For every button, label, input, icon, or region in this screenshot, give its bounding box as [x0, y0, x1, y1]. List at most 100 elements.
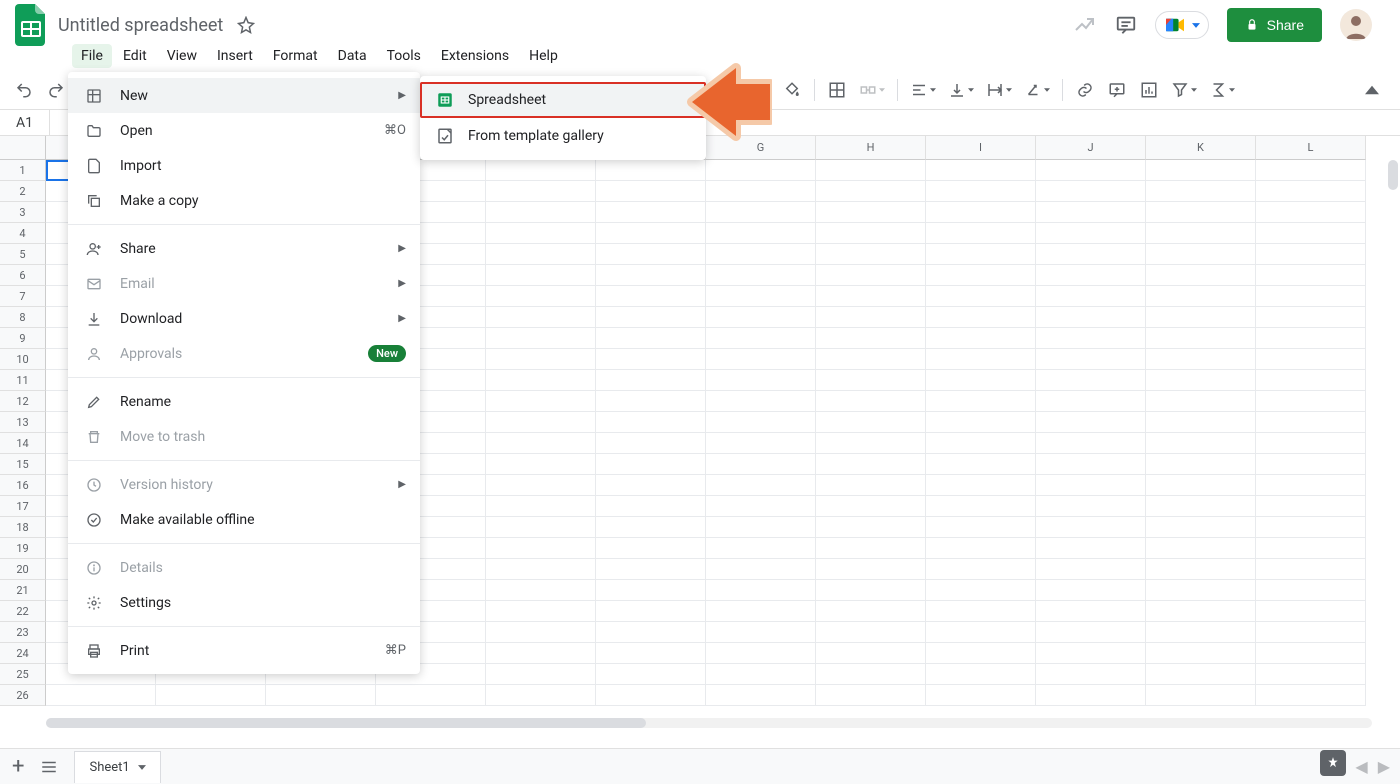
cell[interactable] [1036, 454, 1146, 475]
cell[interactable] [1146, 202, 1256, 223]
select-all-corner[interactable] [0, 136, 46, 160]
cell[interactable] [486, 391, 596, 412]
cell[interactable] [926, 475, 1036, 496]
row-header-5[interactable]: 5 [0, 244, 46, 265]
cell[interactable] [1146, 286, 1256, 307]
cell[interactable] [486, 412, 596, 433]
cell[interactable] [1036, 664, 1146, 685]
cell[interactable] [1256, 454, 1366, 475]
cell[interactable] [926, 160, 1036, 181]
cell[interactable] [816, 475, 926, 496]
cell[interactable] [1146, 622, 1256, 643]
row-header-14[interactable]: 14 [0, 433, 46, 454]
file-offline[interactable]: Make available offline [68, 502, 420, 537]
cell[interactable] [486, 244, 596, 265]
row-header-17[interactable]: 17 [0, 496, 46, 517]
row-header-18[interactable]: 18 [0, 517, 46, 538]
cell[interactable] [1146, 685, 1256, 706]
cell[interactable] [1036, 496, 1146, 517]
cell[interactable] [1146, 517, 1256, 538]
cell[interactable] [926, 265, 1036, 286]
cell[interactable] [1256, 328, 1366, 349]
cell[interactable] [486, 202, 596, 223]
cell[interactable] [926, 454, 1036, 475]
file-details[interactable]: Details [68, 550, 420, 585]
row-header-20[interactable]: 20 [0, 559, 46, 580]
cell[interactable] [486, 328, 596, 349]
cell[interactable] [706, 601, 816, 622]
cell[interactable] [1256, 265, 1366, 286]
cell[interactable] [486, 349, 596, 370]
cell[interactable] [1036, 349, 1146, 370]
cell[interactable] [816, 580, 926, 601]
cell[interactable] [926, 202, 1036, 223]
cell[interactable] [1256, 370, 1366, 391]
file-settings[interactable]: Settings [68, 585, 420, 620]
cell[interactable] [706, 580, 816, 601]
cell[interactable] [706, 496, 816, 517]
tab-scroll-left[interactable]: ◀ [1355, 757, 1367, 776]
cell[interactable] [1256, 601, 1366, 622]
file-move-to-trash[interactable]: Move to trash [68, 419, 420, 454]
tab-scroll-right[interactable]: ▶ [1378, 757, 1390, 776]
cell[interactable] [706, 622, 816, 643]
cell[interactable] [596, 622, 706, 643]
cell[interactable] [486, 559, 596, 580]
cell[interactable] [706, 328, 816, 349]
cell[interactable] [1256, 475, 1366, 496]
row-header-7[interactable]: 7 [0, 286, 46, 307]
cell[interactable] [486, 286, 596, 307]
share-button[interactable]: Share [1227, 8, 1322, 42]
cell[interactable] [596, 496, 706, 517]
cell[interactable] [486, 538, 596, 559]
cell[interactable] [596, 265, 706, 286]
cell[interactable] [926, 181, 1036, 202]
file-print[interactable]: Print ⌘P [68, 633, 420, 668]
text-rotation-button[interactable] [1020, 76, 1054, 104]
cell[interactable] [926, 517, 1036, 538]
cell[interactable] [926, 580, 1036, 601]
row-header-2[interactable]: 2 [0, 181, 46, 202]
cell[interactable] [1256, 559, 1366, 580]
row-header-12[interactable]: 12 [0, 391, 46, 412]
cell[interactable] [1256, 391, 1366, 412]
cell[interactable] [816, 160, 926, 181]
cell[interactable] [706, 265, 816, 286]
cell[interactable] [1036, 475, 1146, 496]
cell[interactable] [1256, 643, 1366, 664]
cell[interactable] [596, 412, 706, 433]
cell[interactable] [1036, 181, 1146, 202]
cell[interactable] [706, 538, 816, 559]
cell[interactable] [706, 412, 816, 433]
row-header-26[interactable]: 26 [0, 685, 46, 706]
cell[interactable] [816, 181, 926, 202]
cell[interactable] [1256, 622, 1366, 643]
cell[interactable] [266, 685, 376, 706]
name-box[interactable]: A1 [0, 110, 50, 135]
cell[interactable] [1256, 538, 1366, 559]
cell[interactable] [1036, 244, 1146, 265]
cell[interactable] [816, 517, 926, 538]
cell[interactable] [816, 307, 926, 328]
cell[interactable] [1146, 454, 1256, 475]
cell[interactable] [926, 643, 1036, 664]
row-header-16[interactable]: 16 [0, 475, 46, 496]
cell[interactable] [376, 685, 486, 706]
row-header-8[interactable]: 8 [0, 307, 46, 328]
cell[interactable] [926, 286, 1036, 307]
cell[interactable] [816, 286, 926, 307]
cell[interactable] [1146, 580, 1256, 601]
file-download[interactable]: Download ▶ [68, 301, 420, 336]
col-header-G[interactable]: G [706, 136, 816, 160]
cell[interactable] [926, 328, 1036, 349]
cell[interactable] [1256, 685, 1366, 706]
cell[interactable] [486, 181, 596, 202]
cell[interactable] [1036, 538, 1146, 559]
cell[interactable] [596, 307, 706, 328]
menu-file[interactable]: File [72, 44, 112, 68]
cell[interactable] [1146, 307, 1256, 328]
merge-cells-button[interactable] [855, 76, 889, 104]
cell[interactable] [1256, 286, 1366, 307]
cell[interactable] [596, 685, 706, 706]
new-spreadsheet[interactable]: Spreadsheet [420, 82, 706, 118]
